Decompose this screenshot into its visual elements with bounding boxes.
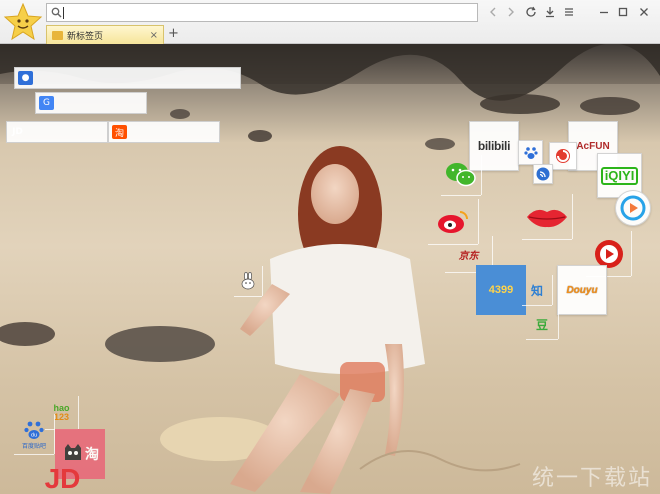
- text-caret: [63, 7, 64, 19]
- taobao-search-bar[interactable]: 淘: [108, 121, 220, 143]
- zhihu-logo: 知: [530, 283, 543, 298]
- baidu-paw-icon: du: [24, 421, 44, 439]
- hao123-top-label: hao: [53, 402, 70, 413]
- tile-baidu-tieba[interactable]: du 百度贴吧: [14, 414, 55, 455]
- bilibili-logo: bilibili: [477, 139, 511, 153]
- tile-lips[interactable]: [522, 194, 573, 240]
- search-icon: [51, 7, 62, 18]
- tab-label: 新标签页: [67, 31, 104, 42]
- hao123-logo: hao 123: [53, 402, 70, 422]
- jingdong-logo: 京东: [458, 250, 479, 262]
- taobao-icon: 淘: [112, 125, 127, 139]
- tab-page-icon: [52, 30, 63, 40]
- tile-netease[interactable]: [549, 142, 577, 170]
- douban-logo: 豆: [535, 317, 548, 332]
- hao123-bottom-label: 123: [53, 411, 69, 422]
- maximize-icon[interactable]: [615, 4, 631, 20]
- baidu-paw-icon: ●: [18, 71, 33, 85]
- tile-zhihu[interactable]: 知: [522, 275, 553, 306]
- jd-search-label: JD: [12, 127, 23, 137]
- tile-douyu[interactable]: Douyu: [557, 265, 607, 315]
- baidu-search-bar[interactable]: ●: [14, 67, 241, 89]
- baidu-paw-icon: [523, 146, 538, 159]
- tab-new-tab[interactable]: 新标签页 ×: [46, 25, 164, 44]
- douyu-logo: Douyu: [566, 284, 598, 296]
- tile-4399[interactable]: 4399: [476, 265, 526, 315]
- site-watermark: 统一下载站: [531, 466, 652, 491]
- tile-baidu-du[interactable]: [518, 140, 543, 165]
- forward-icon[interactable]: [503, 4, 519, 20]
- lips-icon: [527, 209, 567, 227]
- new-tab-page: ● G JD 淘 bilibili AcFUN iQIYI 京东 4399 知 …: [0, 44, 660, 494]
- tmall-label: 淘: [85, 446, 99, 462]
- address-bar[interactable]: [46, 3, 478, 22]
- jd-logo: JD: [44, 463, 81, 494]
- baidu-tieba-label: 百度贴吧: [21, 443, 46, 450]
- back-icon[interactable]: [485, 4, 501, 20]
- tile-rabbit[interactable]: [234, 266, 263, 297]
- address-input[interactable]: [63, 5, 473, 20]
- acfun-logo: AcFUN: [576, 140, 610, 152]
- wechat-icon: [446, 163, 476, 187]
- taobao-search-input[interactable]: [133, 124, 215, 140]
- jd-search-bar[interactable]: JD: [6, 121, 108, 143]
- tab-close-icon[interactable]: ×: [150, 30, 158, 41]
- refresh-icon[interactable]: [523, 4, 539, 20]
- smiley-star-logo-icon[interactable]: [3, 2, 43, 41]
- google-icon: G: [39, 96, 54, 110]
- rss-icon: [536, 167, 550, 181]
- tile-jd[interactable]: JD: [40, 463, 85, 494]
- jd-search-input[interactable]: [31, 124, 103, 140]
- tile-youku-play[interactable]: [615, 190, 651, 226]
- baidu-search-input[interactable]: [39, 70, 236, 86]
- du-label: du: [31, 432, 37, 438]
- weibo-icon: [438, 210, 468, 233]
- browser-chrome: 新标签页 × +: [0, 0, 660, 44]
- iqiyi-logo: iQIYI: [600, 166, 639, 185]
- play-circle-icon: [620, 195, 646, 221]
- rabbit-icon: [241, 272, 255, 290]
- tile-wechat[interactable]: [441, 155, 482, 196]
- download-icon[interactable]: [542, 4, 558, 20]
- new-tab-button[interactable]: +: [168, 26, 179, 41]
- menu-icon[interactable]: [561, 4, 577, 20]
- tile-douban[interactable]: 豆: [526, 309, 559, 340]
- tile-rss[interactable]: [533, 164, 553, 184]
- google-search-bar[interactable]: G: [35, 92, 147, 114]
- minimize-icon[interactable]: [596, 4, 612, 20]
- close-icon[interactable]: [636, 4, 652, 20]
- google-search-input[interactable]: [60, 95, 142, 111]
- 4399-logo: 4399: [488, 284, 514, 296]
- spiral-logo-icon: [556, 149, 570, 163]
